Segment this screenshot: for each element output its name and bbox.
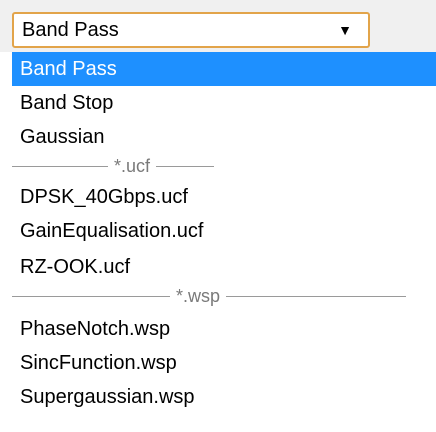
separator-wsp: *.wsp [12, 284, 436, 308]
option-dpsk-40gbps[interactable]: DPSK_40Gbps.ucf [12, 180, 436, 214]
option-supergaussian[interactable]: Supergaussian.wsp [12, 380, 436, 414]
option-band-stop[interactable]: Band Stop [12, 86, 436, 120]
separator-line-right [156, 165, 215, 167]
option-sinc-function[interactable]: SincFunction.wsp [12, 346, 436, 380]
separator-line-left [12, 295, 170, 297]
option-rz-ook[interactable]: RZ-OOK.ucf [12, 250, 436, 284]
option-phase-notch[interactable]: PhaseNotch.wsp [12, 312, 436, 346]
dropdown-arrow-icon[interactable]: ▼ [330, 23, 360, 37]
filter-select-screen: Band Pass ▼ Band Pass Band Stop Gaussian… [0, 0, 436, 432]
separator-line-left [12, 165, 108, 167]
dropdown-list: Band Pass Band Stop Gaussian *.ucf DPSK_… [12, 52, 436, 432]
select-current-value: Band Pass [22, 18, 119, 41]
option-gain-equalisation[interactable]: GainEqualisation.ucf [12, 214, 436, 248]
separator-ucf: *.ucf [12, 154, 436, 178]
filter-type-select[interactable]: Band Pass ▼ [12, 12, 370, 48]
separator-line-right [226, 295, 407, 297]
option-gaussian[interactable]: Gaussian [12, 120, 436, 154]
separator-label-ucf: *.ucf [114, 155, 151, 176]
option-band-pass[interactable]: Band Pass [12, 52, 436, 86]
separator-label-wsp: *.wsp [176, 285, 221, 306]
